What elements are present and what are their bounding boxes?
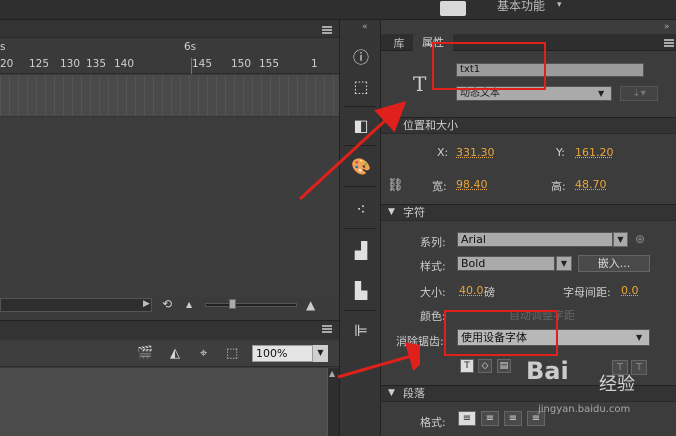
info-icon[interactable]: ⓘ xyxy=(350,47,372,69)
section-character[interactable]: 字符 xyxy=(381,204,676,221)
align-left-icon[interactable]: ≡ xyxy=(458,411,476,426)
size-label: 大小: xyxy=(420,286,446,299)
align-center-icon[interactable]: ≡ xyxy=(481,411,499,426)
zoom-out-icon[interactable]: ▲ xyxy=(186,300,192,309)
ruler-frame-number: 135 xyxy=(86,58,107,70)
width-label: 宽: xyxy=(432,180,447,193)
chevron-down-icon[interactable]: ▾ xyxy=(557,0,562,10)
frame-icon[interactable]: ⬚ xyxy=(226,346,238,361)
timeline-header xyxy=(0,20,339,38)
scroll-right-icon[interactable]: ▶ xyxy=(143,299,150,309)
x-value[interactable]: 331.30 xyxy=(456,146,495,159)
color-label: 颜色: xyxy=(420,310,446,323)
chevron-down-icon[interactable]: ▼ xyxy=(556,256,572,271)
ruler-frame-number: 145 xyxy=(192,58,213,70)
loop-icon[interactable]: ⟲ xyxy=(162,297,172,311)
border-icon[interactable]: ▤ xyxy=(497,359,511,373)
font-size-value[interactable]: 40.0 xyxy=(459,284,484,297)
annotation-arrows xyxy=(298,100,420,379)
chevron-down-icon[interactable]: ▼ xyxy=(636,333,642,342)
ruler-seconds-label: s xyxy=(0,41,6,53)
ruler-frame-number: 125 xyxy=(29,58,50,70)
stage-header xyxy=(0,320,339,340)
arrow-to-instance-name xyxy=(298,100,407,201)
x-label: X: xyxy=(437,146,449,159)
ruler-frame-number: 140 xyxy=(114,58,135,70)
timeline-ruler[interactable]: s 6s 20 125 130 135 140 145 150 155 1 xyxy=(0,38,339,74)
layer-area xyxy=(0,117,339,297)
timeline-zoom-slider[interactable] xyxy=(205,303,297,307)
panel-menu-icon[interactable] xyxy=(664,39,674,47)
ruler-frame-number: 1 xyxy=(311,58,318,70)
globe-icon[interactable]: ⊕ xyxy=(635,232,645,246)
ruler-frame-number: 130 xyxy=(60,58,81,70)
y-label: Y: xyxy=(556,146,565,159)
text-orientation-button[interactable]: ⇣▾ xyxy=(620,86,658,101)
watermark-url: jingyan.baidu.com xyxy=(538,404,631,415)
playhead[interactable] xyxy=(191,58,192,74)
text-tool-icon: T xyxy=(413,72,427,96)
size-unit: 磅 xyxy=(484,286,495,299)
slider-thumb[interactable] xyxy=(229,299,236,309)
timeline-frames[interactable] xyxy=(0,75,339,117)
expand-icon[interactable]: » xyxy=(664,22,670,32)
paint-bucket-icon[interactable]: ◭ xyxy=(170,346,180,361)
render-html-icon[interactable]: ◇ xyxy=(478,359,492,373)
font-style-select[interactable]: Bold xyxy=(457,256,555,271)
app-top-bar xyxy=(0,0,676,20)
panel-menu-icon[interactable] xyxy=(322,26,332,34)
ruler-frame-number: 150 xyxy=(231,58,252,70)
ruler-frame-number: 155 xyxy=(259,58,280,70)
align-right-icon[interactable]: ≡ xyxy=(504,411,522,426)
clapper-icon[interactable]: 🎬 xyxy=(137,346,153,361)
workspace-icon[interactable] xyxy=(440,1,466,16)
width-value[interactable]: 98.40 xyxy=(456,178,488,191)
collapse-icon[interactable]: « xyxy=(362,22,368,32)
annotation-box xyxy=(432,42,546,90)
chevron-down-icon[interactable]: ▼ xyxy=(613,232,628,247)
height-value[interactable]: 48.70 xyxy=(575,178,607,191)
annotation-box xyxy=(444,310,558,356)
font-family-select[interactable]: Arial xyxy=(457,232,613,247)
family-label: 系列: xyxy=(420,236,446,249)
selectable-text-icon[interactable]: T xyxy=(460,359,474,373)
section-position-size[interactable]: 位置和大小 xyxy=(381,117,676,134)
workspace-switcher[interactable]: 基本功能 xyxy=(497,0,545,14)
ruler-seconds-label: 6s xyxy=(184,41,197,53)
height-label: 高: xyxy=(551,180,566,193)
format-label: 格式: xyxy=(420,416,446,429)
ruler-frame-number: 20 xyxy=(0,58,14,70)
chevron-down-icon[interactable]: ▼ xyxy=(598,86,604,101)
y-value[interactable]: 161.20 xyxy=(575,146,614,159)
arrow-to-anti-alias xyxy=(337,342,420,379)
watermark-text: 经验 xyxy=(599,374,635,395)
stage-canvas[interactable] xyxy=(0,368,339,436)
baidu-logo: Bai xyxy=(526,357,569,385)
tab-library[interactable]: 库 xyxy=(385,35,413,51)
letter-spacing-value[interactable]: 0.0 xyxy=(621,284,639,297)
letter-spacing-label: 字母间距: xyxy=(563,286,611,299)
embed-button[interactable]: 嵌入... xyxy=(578,255,650,272)
crosshair-icon[interactable]: ⌖ xyxy=(200,346,207,361)
style-label: 样式: xyxy=(420,260,446,273)
timeline-scrollbar[interactable] xyxy=(0,298,152,312)
section-toggle-icon[interactable]: ▼ xyxy=(388,388,395,398)
